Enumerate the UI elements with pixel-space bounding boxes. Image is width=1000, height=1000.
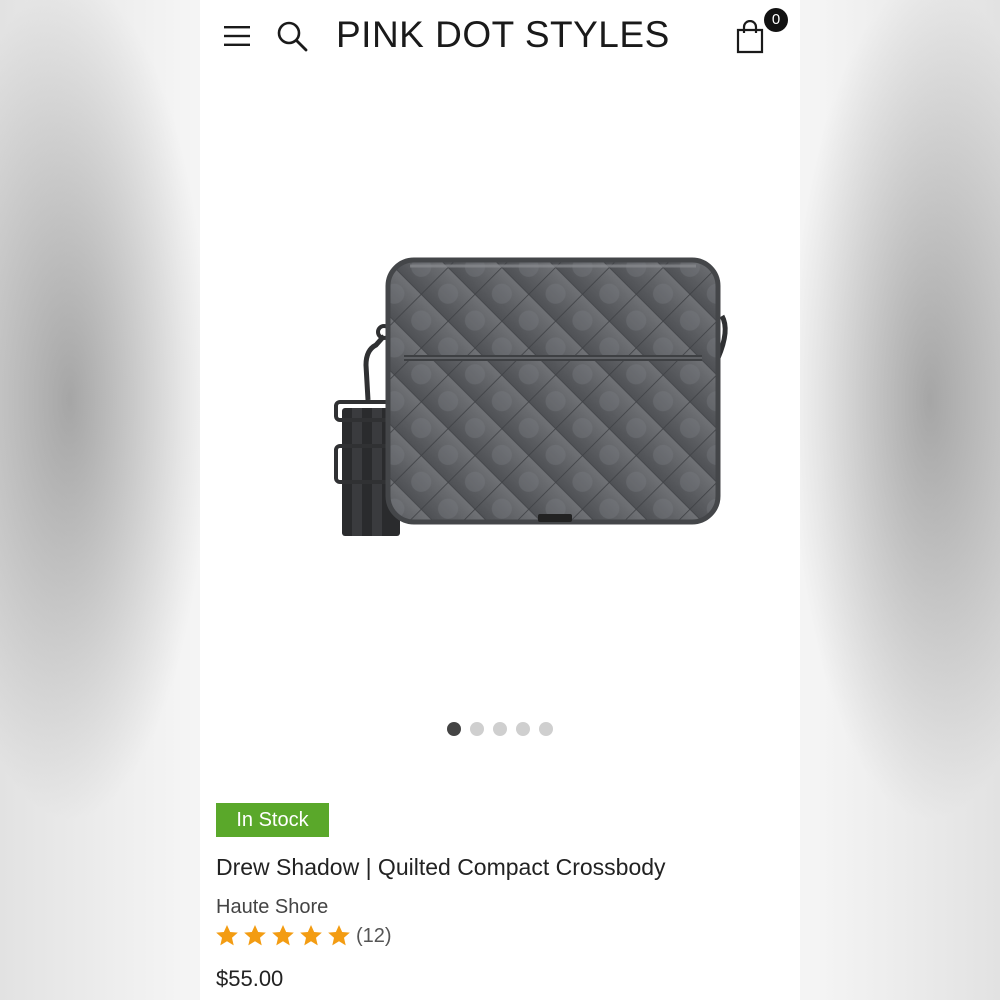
star-icon <box>272 924 294 946</box>
review-count[interactable]: (12) <box>356 925 392 948</box>
site-header: PINK DOT STYLES 0 <box>200 0 800 72</box>
image-carousel-dots <box>447 722 553 736</box>
product-brand[interactable]: Haute Shore <box>216 896 328 919</box>
stock-status-badge: In Stock <box>216 803 329 837</box>
hamburger-menu-icon[interactable] <box>224 26 250 46</box>
star-icon <box>300 924 322 946</box>
star-icon <box>244 924 266 946</box>
carousel-dot[interactable] <box>516 722 530 736</box>
carousel-dot[interactable] <box>539 722 553 736</box>
product-title: Drew Shadow | Quilted Compact Crossbody <box>216 854 666 880</box>
search-icon[interactable] <box>276 20 308 52</box>
mobile-screen: PINK DOT STYLES 0 In Stock Drew Shadow |… <box>200 0 800 1000</box>
product-price: $55.00 <box>216 966 284 991</box>
cart-count-badge: 0 <box>764 8 788 32</box>
carousel-dot[interactable] <box>447 722 461 736</box>
site-logo[interactable]: PINK DOT STYLES <box>336 14 670 56</box>
star-icon <box>216 924 238 946</box>
carousel-dot[interactable] <box>470 722 484 736</box>
shopping-bag-icon[interactable] <box>734 20 766 54</box>
product-image[interactable] <box>260 240 740 560</box>
star-icon <box>328 924 350 946</box>
carousel-dot[interactable] <box>493 722 507 736</box>
product-rating[interactable]: (12) <box>214 922 392 950</box>
